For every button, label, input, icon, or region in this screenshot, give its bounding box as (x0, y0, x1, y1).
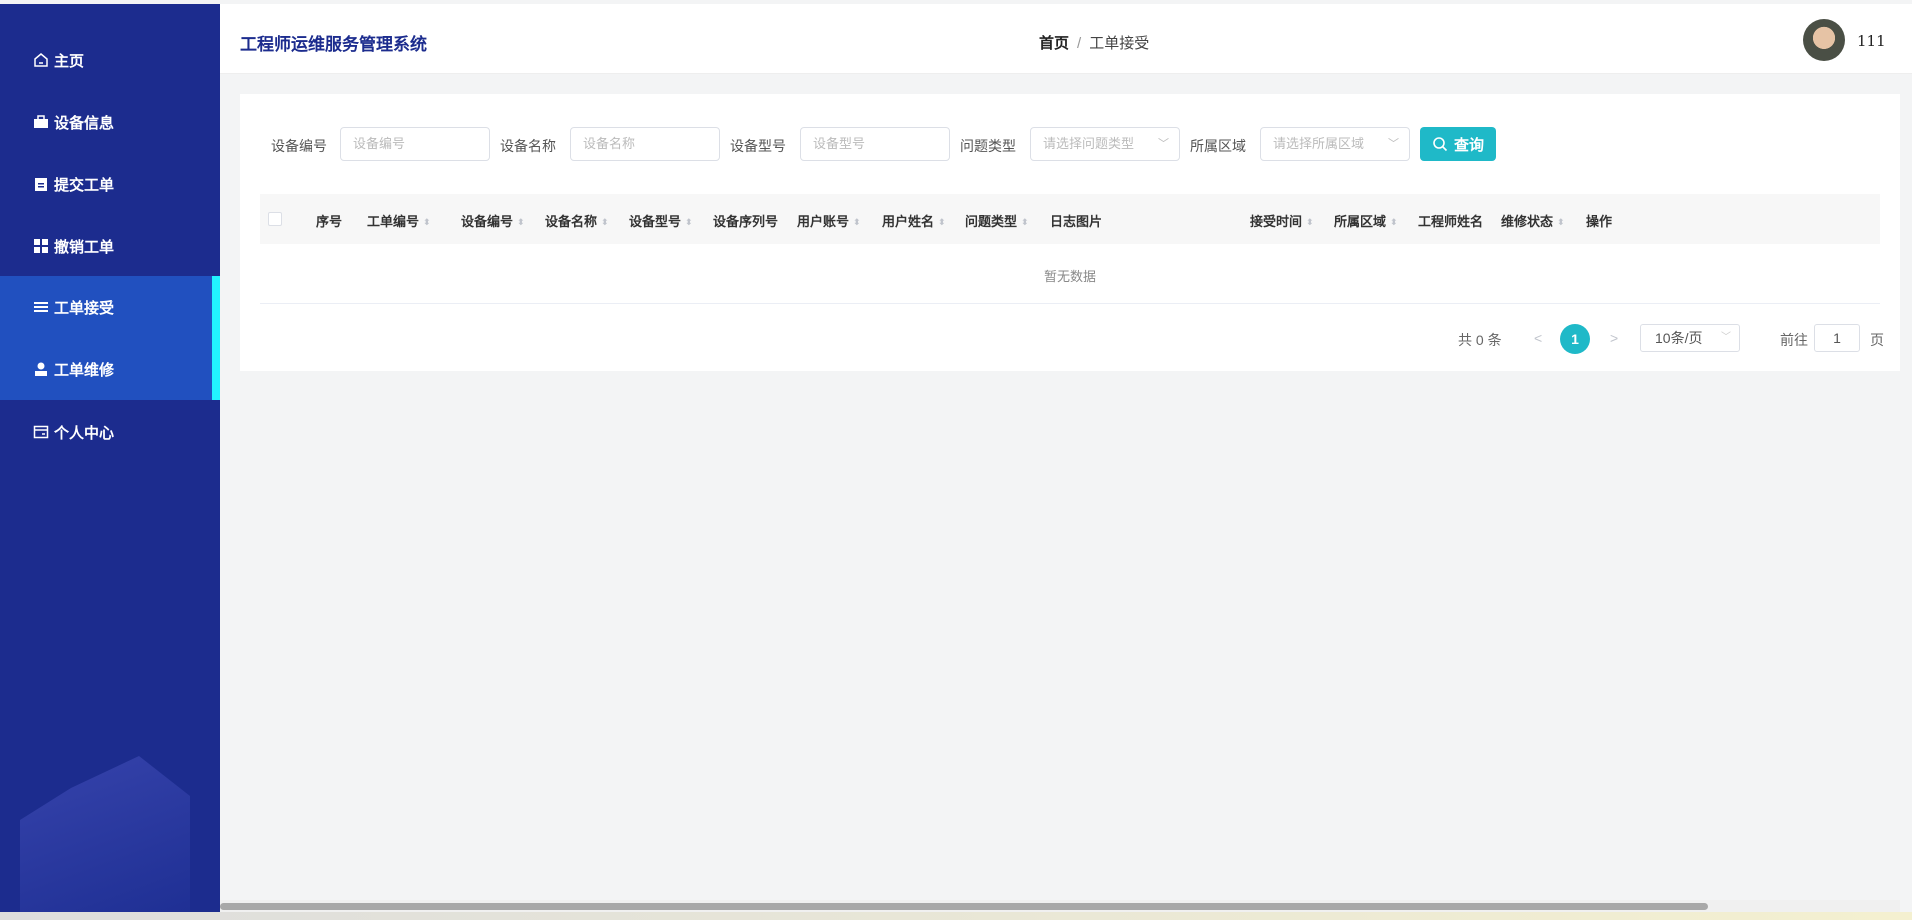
app-title: 工程师运维服务管理系统 (240, 35, 427, 54)
device-model-label: 设备型号 (730, 138, 786, 154)
sidebar-item-label: 工单维修 (54, 361, 115, 379)
breadcrumb: 首页 / 工单接受 (1039, 32, 1149, 53)
column-header: 工程师姓名 (1418, 214, 1484, 229)
list-icon (33, 299, 49, 315)
grid-icon (33, 238, 49, 254)
breadcrumb-home[interactable]: 首页 (1039, 35, 1069, 52)
sidebar-item-label: 设备信息 (54, 114, 115, 132)
chevron-down-icon: ﹀ (1158, 138, 1169, 150)
sort-icon: ⬍ (1557, 217, 1565, 227)
sort-icon: ⬍ (853, 217, 861, 227)
region-placeholder: 请选择所属区域 (1273, 136, 1365, 151)
column-header[interactable]: 问题类型 ⬍ (965, 211, 1029, 230)
issue-type-select[interactable]: 请选择问题类型 ﹀ (1030, 127, 1180, 161)
issue-type-label: 问题类型 (960, 138, 1016, 154)
goto-page-input[interactable]: 1 (1814, 324, 1860, 352)
bottom-edge (0, 912, 1912, 920)
sidebar-item-submit-order[interactable]: 提交工单 (0, 153, 220, 215)
content-card: 设备编号 设备编号 设备名称 设备名称 设备型号 设备型号 问题类型 请选择问题… (240, 94, 1900, 371)
page-size-value: 10条/页 (1655, 330, 1703, 346)
scrollbar-thumb[interactable] (220, 903, 1708, 910)
sidebar-item-order-repair[interactable]: 工单维修 (0, 338, 220, 400)
sidebar-item-profile[interactable]: 个人中心 (0, 401, 220, 463)
sidebar-decoration (20, 756, 190, 916)
page-size-select[interactable]: 10条/页 ﹀ (1640, 324, 1740, 352)
empty-text: 暂无数据 (1043, 269, 1096, 284)
user-icon (33, 361, 49, 377)
chevron-down-icon: ﹀ (1721, 332, 1731, 343)
issue-type-placeholder: 请选择问题类型 (1043, 136, 1135, 151)
sidebar-item-cancel-order[interactable]: 撤销工单 (0, 215, 220, 277)
table-header: 序号 工单编号 ⬍ 设备编号 ⬍ 设备名称 ⬍ 设备型号 ⬍ 设备序列号 用户账号 ⬍ 用… (260, 194, 1880, 244)
avatar[interactable] (1803, 19, 1845, 61)
breadcrumb-separator: / (1077, 35, 1082, 52)
sidebar-item-label: 提交工单 (54, 176, 115, 194)
sort-icon: ⬍ (1390, 217, 1398, 227)
sidebar: 主页 设备信息 提交工单 撤销工单 工单接受 工单维修 个人中心 (0, 4, 220, 916)
column-header[interactable]: 用户账号 ⬍ (797, 211, 861, 230)
column-header[interactable]: 工单编号 ⬍ (367, 211, 431, 230)
sidebar-item-label: 工单接受 (54, 299, 115, 317)
home-icon (33, 52, 49, 68)
briefcase-icon (33, 114, 49, 130)
device-no-label: 设备编号 (271, 138, 327, 154)
column-header[interactable]: 设备名称 ⬍ (545, 211, 609, 230)
column-header: 操作 (1586, 214, 1613, 229)
sort-icon: ⬍ (938, 217, 946, 227)
search-icon (1433, 137, 1448, 152)
page-1-button[interactable]: 1 (1560, 324, 1590, 354)
column-header: 序号 (316, 214, 343, 229)
header: 工程师运维服务管理系统 首页 / 工单接受 111 (220, 4, 1912, 74)
next-page-button[interactable]: > (1610, 330, 1618, 346)
horizontal-scrollbar[interactable] (220, 900, 1900, 912)
chevron-down-icon: ﹀ (1388, 138, 1399, 150)
sort-icon: ⬍ (601, 217, 609, 227)
sort-icon: ⬍ (1021, 217, 1029, 227)
column-header: 设备序列号 (713, 214, 779, 229)
prev-page-button[interactable]: < (1534, 330, 1542, 346)
sidebar-item-label: 主页 (54, 52, 85, 70)
column-header: 日志图片 (1050, 214, 1103, 229)
sidebar-item-device-info[interactable]: 设备信息 (0, 91, 220, 153)
sort-icon: ⬍ (685, 217, 693, 227)
data-table: 序号 工单编号 ⬍ 设备编号 ⬍ 设备名称 ⬍ 设备型号 ⬍ 设备序列号 用户账号 ⬍ 用… (260, 194, 1880, 304)
goto-label: 前往 (1780, 332, 1808, 348)
column-header[interactable]: 设备型号 ⬍ (629, 211, 693, 230)
page-suffix: 页 (1870, 332, 1884, 348)
user-name[interactable]: 111 (1857, 32, 1886, 50)
sort-icon: ⬍ (517, 217, 525, 227)
sort-icon: ⬍ (1306, 217, 1314, 227)
device-name-input[interactable]: 设备名称 (570, 127, 720, 161)
device-no-input[interactable]: 设备编号 (340, 127, 490, 161)
sidebar-item-label: 个人中心 (54, 424, 115, 442)
search-label: 查询 (1453, 136, 1484, 154)
breadcrumb-current: 工单接受 (1089, 35, 1150, 52)
sidebar-item-label: 撤销工单 (54, 238, 115, 256)
column-header[interactable]: 用户姓名 ⬍ (882, 211, 946, 230)
sidebar-item-order-accept[interactable]: 工单接受 (0, 276, 220, 338)
device-name-label: 设备名称 (500, 138, 556, 154)
column-header[interactable]: 设备编号 ⬍ (461, 211, 525, 230)
region-label: 所属区域 (1190, 138, 1246, 154)
column-header[interactable]: 所属区域 ⬍ (1334, 211, 1398, 230)
sort-icon: ⬍ (423, 217, 431, 227)
column-header[interactable]: 接受时间 ⬍ (1250, 211, 1314, 230)
search-button[interactable]: 查询 (1420, 127, 1496, 161)
card-icon (33, 424, 49, 440)
column-header[interactable]: 维修状态 ⬍ (1501, 211, 1565, 230)
sidebar-item-home[interactable]: 主页 (0, 29, 220, 91)
total-count: 共 0 条 (1458, 332, 1502, 348)
device-model-input[interactable]: 设备型号 (800, 127, 950, 161)
region-select[interactable]: 请选择所属区域 ﹀ (1260, 127, 1410, 161)
select-all-checkbox[interactable] (268, 212, 282, 226)
clipboard-icon (33, 176, 49, 192)
